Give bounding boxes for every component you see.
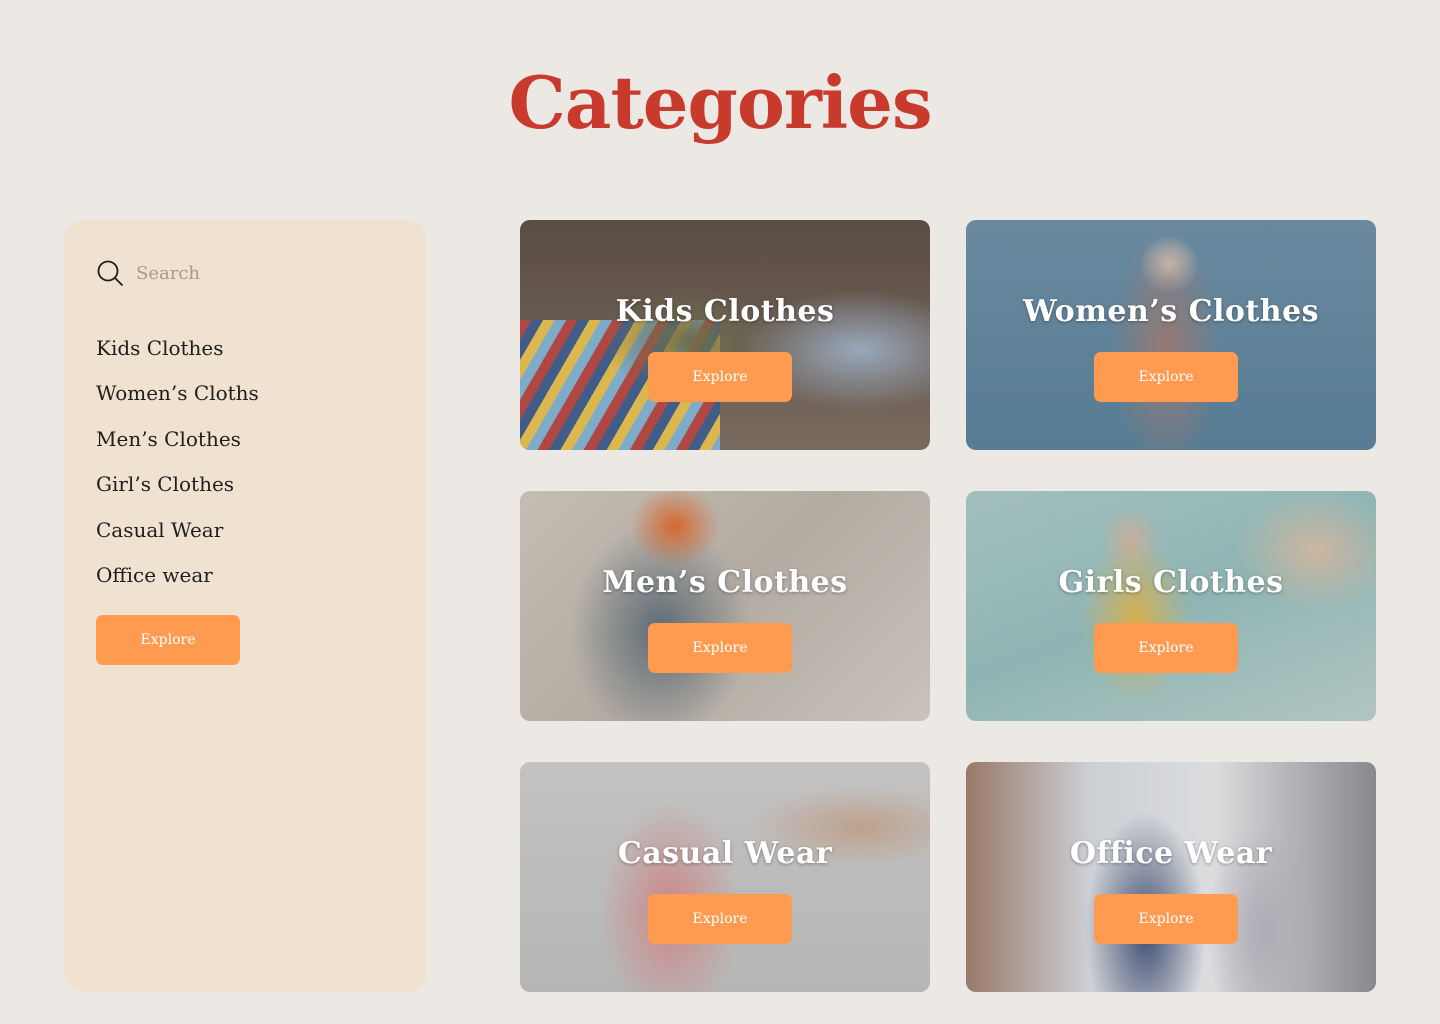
card-overlay [520, 220, 930, 450]
explore-button-casual-wear[interactable]: Explore [648, 894, 792, 944]
explore-button-office-wear[interactable]: Explore [1094, 894, 1238, 944]
card-overlay [520, 762, 930, 992]
sidebar-item-mens-clothes[interactable]: Men’s Clothes [96, 425, 259, 470]
category-card-girls-clothes[interactable]: Girls Clothes Explore [966, 491, 1376, 721]
explore-button-kids-clothes[interactable]: Explore [648, 352, 792, 402]
category-list: Kids Clothes Women’s Cloths Men’s Clothe… [96, 334, 259, 606]
card-title: Women’s Clothes [1022, 294, 1320, 329]
card-title: Office Wear [1069, 836, 1273, 871]
card-overlay [966, 220, 1376, 450]
search-icon[interactable] [96, 259, 124, 287]
sidebar-item-kids-clothes[interactable]: Kids Clothes [96, 334, 259, 379]
search-bar[interactable] [96, 258, 396, 288]
categories-page: Categories Kids Clothes Women’s Cloths M… [0, 0, 1440, 1024]
search-input[interactable] [136, 259, 376, 287]
explore-button-girls-clothes[interactable]: Explore [1094, 623, 1238, 673]
page-title: Categories [508, 60, 932, 145]
card-title: Girls Clothes [1058, 565, 1284, 600]
sidebar-item-office-wear[interactable]: Office wear [96, 561, 259, 606]
category-card-casual-wear[interactable]: Casual Wear Explore [520, 762, 930, 992]
sidebar-item-womens-cloths[interactable]: Women’s Cloths [96, 379, 259, 424]
card-title: Casual Wear [617, 836, 833, 871]
card-overlay [966, 491, 1376, 721]
sidebar-item-casual-wear[interactable]: Casual Wear [96, 516, 259, 561]
category-card-mens-clothes[interactable]: Men’s Clothes Explore [520, 491, 930, 721]
category-card-office-wear[interactable]: Office Wear Explore [966, 762, 1376, 992]
sidebar-item-girls-clothes[interactable]: Girl’s Clothes [96, 470, 259, 515]
card-overlay [520, 491, 930, 721]
explore-button-mens-clothes[interactable]: Explore [648, 623, 792, 673]
sidebar-explore-button[interactable]: Explore [96, 615, 240, 665]
explore-button-womens-clothes[interactable]: Explore [1094, 352, 1238, 402]
card-overlay [966, 762, 1376, 992]
sidebar: Kids Clothes Women’s Cloths Men’s Clothe… [64, 220, 427, 992]
category-card-kids-clothes[interactable]: Kids Clothes Explore [520, 220, 930, 450]
card-title: Men’s Clothes [602, 565, 848, 600]
card-title: Kids Clothes [615, 294, 835, 329]
category-card-womens-clothes[interactable]: Women’s Clothes Explore [966, 220, 1376, 450]
